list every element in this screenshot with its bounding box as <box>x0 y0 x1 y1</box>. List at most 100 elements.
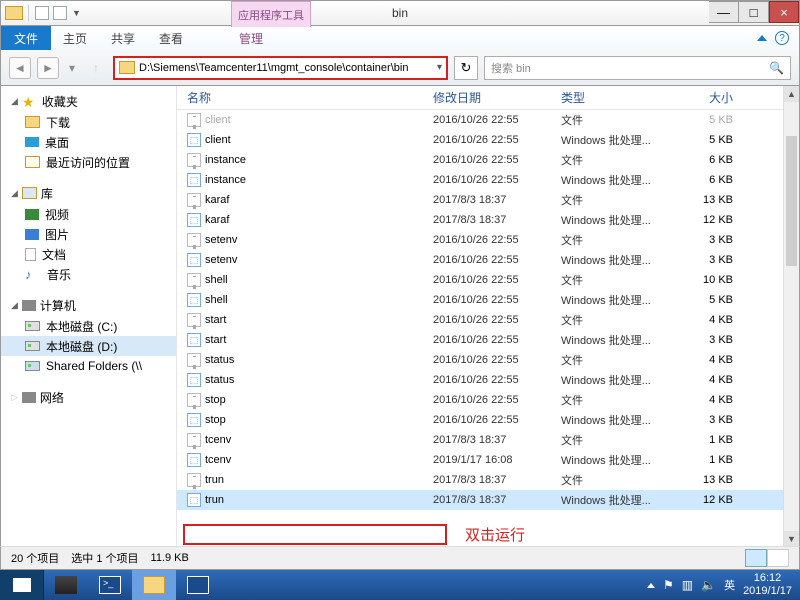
file-row[interactable]: trun2017/8/3 18:37文件13 KB <box>177 470 799 490</box>
nav-documents[interactable]: 文档 <box>1 244 176 264</box>
file-row[interactable]: status2016/10/26 22:55Windows 批处理...4 KB <box>177 370 799 390</box>
file-row[interactable]: shell2016/10/26 22:55文件10 KB <box>177 270 799 290</box>
file-row[interactable]: tcenv2017/8/3 18:37文件1 KB <box>177 430 799 450</box>
nav-back-button[interactable]: ◄ <box>9 57 31 79</box>
search-input[interactable]: 搜索 bin 🔍 <box>484 56 791 80</box>
nav-network-header[interactable]: ▷网络 <box>1 386 176 408</box>
tray-ime-lang[interactable]: 英 <box>724 577 735 593</box>
taskbar-server-manager[interactable] <box>44 570 88 600</box>
file-name: instance <box>205 174 246 186</box>
file-date: 2019/1/17 16:08 <box>433 454 561 466</box>
file-row[interactable]: stop2016/10/26 22:55Windows 批处理...3 KB <box>177 410 799 430</box>
taskbar-explorer[interactable] <box>132 570 176 600</box>
tray-overflow-icon[interactable] <box>647 583 655 588</box>
scroll-thumb[interactable] <box>786 136 797 266</box>
nav-pictures[interactable]: 图片 <box>1 224 176 244</box>
address-dropdown-icon[interactable]: ▾ <box>437 62 442 73</box>
file-row[interactable]: client2016/10/26 22:55文件5 KB <box>177 110 799 130</box>
qat-properties-icon[interactable] <box>35 6 49 20</box>
nav-drive-d[interactable]: 本地磁盘 (D:) <box>1 336 176 356</box>
file-size: 13 KB <box>681 194 743 206</box>
taskbar-app[interactable] <box>176 570 220 600</box>
file-size: 5 KB <box>681 114 743 126</box>
nav-computer-header[interactable]: ◢计算机 <box>1 294 176 316</box>
file-row[interactable]: start2016/10/26 22:55文件4 KB <box>177 310 799 330</box>
file-row[interactable]: trun2017/8/3 18:37Windows 批处理...12 KB <box>177 490 799 510</box>
nav-drive-c[interactable]: 本地磁盘 (C:) <box>1 316 176 336</box>
address-bar[interactable]: D:\Siemens\Teamcenter11\mgmt_console\con… <box>113 56 448 80</box>
nav-history-icon[interactable]: ▾ <box>65 57 79 79</box>
file-size: 6 KB <box>681 154 743 166</box>
file-date: 2017/8/3 18:37 <box>433 194 561 206</box>
file-size: 5 KB <box>681 294 743 306</box>
tray-flag-icon[interactable]: ⚑ <box>663 578 674 592</box>
ribbon-collapse-icon[interactable] <box>757 35 767 41</box>
nav-libraries-header[interactable]: ◢库 <box>1 182 176 204</box>
file-type: 文件 <box>561 232 681 248</box>
file-row[interactable]: instance2016/10/26 22:55文件6 KB <box>177 150 799 170</box>
file-row[interactable]: setenv2016/10/26 22:55文件3 KB <box>177 230 799 250</box>
file-row[interactable]: karaf2017/8/3 18:37Windows 批处理...12 KB <box>177 210 799 230</box>
file-type: Windows 批处理... <box>561 252 681 268</box>
nav-desktop[interactable]: 桌面 <box>1 132 176 152</box>
view-details-button[interactable] <box>745 549 767 567</box>
file-row[interactable]: tcenv2019/1/17 16:08Windows 批处理...1 KB <box>177 450 799 470</box>
refresh-button[interactable]: ↻ <box>454 56 478 80</box>
taskbar-powershell[interactable]: >_ <box>88 570 132 600</box>
separator <box>28 5 29 21</box>
file-type: Windows 批处理... <box>561 492 681 508</box>
qat: ▼ <box>1 5 85 21</box>
file-name: karaf <box>205 214 229 226</box>
tab-home[interactable]: 主页 <box>51 26 99 50</box>
scroll-up-icon[interactable]: ▲ <box>784 86 799 102</box>
qat-newfolder-icon[interactable] <box>53 6 67 20</box>
tray-network-icon[interactable]: ▥ <box>682 578 693 592</box>
col-type[interactable]: 类型 <box>561 89 681 106</box>
file-date: 2017/8/3 18:37 <box>433 434 561 446</box>
nav-favorites-header[interactable]: ◢★收藏夹 <box>1 90 176 112</box>
file-rows: client2016/10/26 22:55文件5 KBclient2016/1… <box>177 110 799 547</box>
file-name: trun <box>205 494 224 506</box>
search-placeholder: 搜索 bin <box>491 60 531 76</box>
tray-volume-icon[interactable]: 🔈 <box>701 578 716 592</box>
file-type: Windows 批处理... <box>561 132 681 148</box>
minimize-button[interactable]: — <box>709 1 739 23</box>
nav-up-button[interactable]: ↑ <box>85 57 107 79</box>
file-row[interactable]: setenv2016/10/26 22:55Windows 批处理...3 KB <box>177 250 799 270</box>
tab-manage[interactable]: 管理 <box>227 26 275 50</box>
nav-music[interactable]: ♪音乐 <box>1 264 176 284</box>
view-large-icons-button[interactable] <box>767 549 789 567</box>
file-row[interactable]: instance2016/10/26 22:55Windows 批处理...6 … <box>177 170 799 190</box>
file-row[interactable]: stop2016/10/26 22:55文件4 KB <box>177 390 799 410</box>
batch-file-icon <box>187 333 201 347</box>
file-row[interactable]: shell2016/10/26 22:55Windows 批处理...5 KB <box>177 290 799 310</box>
batch-file-icon <box>187 133 201 147</box>
file-row[interactable]: status2016/10/26 22:55文件4 KB <box>177 350 799 370</box>
help-icon[interactable]: ? <box>775 31 789 45</box>
tab-view[interactable]: 查看 <box>147 26 195 50</box>
file-icon <box>187 393 201 407</box>
col-date[interactable]: 修改日期 <box>433 89 561 106</box>
start-button[interactable] <box>0 570 44 600</box>
scroll-down-icon[interactable]: ▼ <box>784 531 799 547</box>
nav-shared-folders[interactable]: Shared Folders (\\ <box>1 356 176 376</box>
tab-file[interactable]: 文件 <box>1 26 51 50</box>
tab-share[interactable]: 共享 <box>99 26 147 50</box>
scrollbar[interactable]: ▲ ▼ <box>783 86 799 547</box>
tray-clock[interactable]: 16:12 2019/1/17 <box>743 572 792 598</box>
col-name[interactable]: 名称 <box>177 89 433 106</box>
file-date: 2016/10/26 22:55 <box>433 354 561 366</box>
file-row[interactable]: karaf2017/8/3 18:37文件13 KB <box>177 190 799 210</box>
nav-videos[interactable]: 视频 <box>1 204 176 224</box>
file-row[interactable]: client2016/10/26 22:55Windows 批处理...5 KB <box>177 130 799 150</box>
nav-downloads[interactable]: 下载 <box>1 112 176 132</box>
file-row[interactable]: start2016/10/26 22:55Windows 批处理...3 KB <box>177 330 799 350</box>
col-size[interactable]: 大小 <box>681 89 743 106</box>
annotation-box-selected-file <box>183 524 447 545</box>
file-icon <box>187 433 201 447</box>
file-date: 2017/8/3 18:37 <box>433 474 561 486</box>
nav-recent[interactable]: 最近访问的位置 <box>1 152 176 172</box>
nav-forward-button[interactable]: ► <box>37 57 59 79</box>
close-button[interactable]: × <box>769 1 799 23</box>
maximize-button[interactable]: □ <box>739 1 769 23</box>
